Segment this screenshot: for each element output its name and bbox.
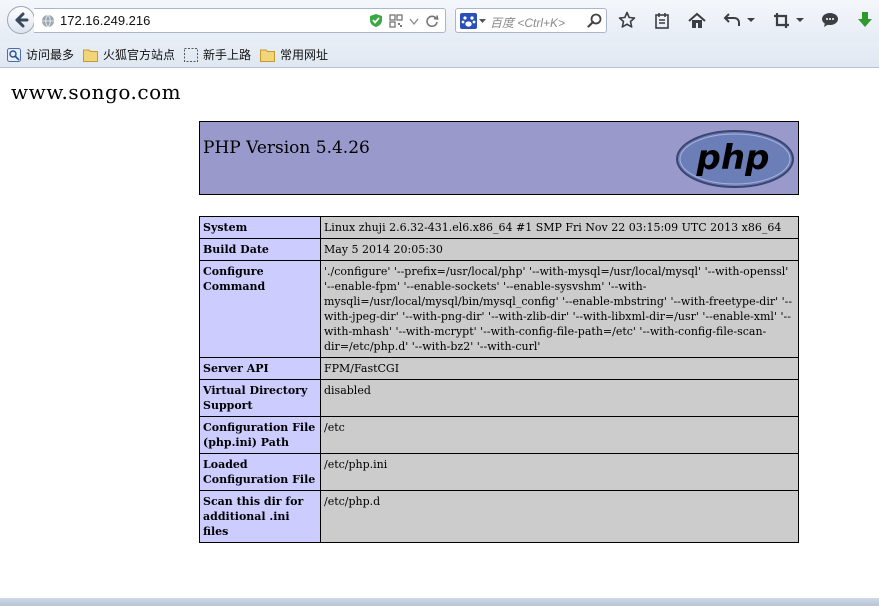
search-bar[interactable]: 百度 <Ctrl+K> [455,8,607,33]
chat-bubble-icon[interactable] [819,9,841,31]
qr-code-icon[interactable] [389,13,403,28]
bookmark-label: 常用网址 [280,48,329,62]
home-icon[interactable] [686,9,708,31]
row-value: './configure' '--prefix=/usr/local/php' … [320,260,799,358]
row-key: Virtual Directory Support [199,379,321,417]
undo-menu-chevron-icon[interactable] [747,17,757,23]
folder-icon [260,49,276,62]
back-arrow-icon [15,12,29,28]
search-engine-selector[interactable] [460,13,486,29]
bookmark-label: 访问最多 [26,48,75,62]
undo-icon[interactable] [721,9,743,31]
folder-icon [83,49,99,62]
row-key: Server API [199,357,321,380]
url-bar[interactable]: 172.16.249.216 [34,8,446,33]
php-version-header: PHP Version 5.4.26 php [199,121,799,195]
crop-screenshot-icon[interactable] [770,9,792,31]
search-input[interactable]: 百度 <Ctrl+K> [490,14,565,31]
table-row: Server API FPM/FastCGI [199,357,799,380]
table-row: Configuration File (php.ini) Path/etc [199,416,799,454]
table-row: System Linux zhuji 2.6.32-431.el6.x86_64 … [199,216,799,239]
php-version-title: PHP Version 5.4.26 [203,138,370,158]
back-button[interactable] [7,6,35,34]
row-value: /etc/php.d [320,490,799,543]
row-key: Configure Command [199,260,321,358]
row-key: Configuration File (php.ini) Path [199,416,321,454]
table-row: Virtual Directory Support disabled [199,379,799,417]
table-row: Loaded Configuration File/etc/php.ini [199,453,799,491]
bookmark-firefox-official[interactable]: 火狐官方站点 [83,46,175,63]
url-text: 172.16.249.216 [60,13,151,28]
browser-toolbar: 172.16.249.216 百度 <Ctrl+K> [0,0,879,42]
php-info-table: System Linux zhuji 2.6.32-431.el6.x86_64 … [199,216,799,543]
magnifier-icon[interactable] [587,13,602,33]
bookmark-most-visited[interactable]: 访问最多 [7,46,74,63]
screenshot-menu-chevron-icon[interactable] [796,17,806,23]
reload-icon[interactable] [425,14,439,28]
site-title: www.songo.com [11,80,182,104]
table-row: Scan this dir for additional .ini files /… [199,490,799,543]
row-value: May 5 2014 20:05:30 [320,238,799,261]
shield-icon[interactable] [369,13,383,28]
baidu-paw-icon [460,13,477,29]
bookmarks-toolbar: 访问最多 火狐官方站点 新手上路 常用网址 [0,42,879,68]
php-logo-text: php [696,138,770,178]
row-value: FPM/FastCGI [320,357,799,380]
dotted-page-icon [184,47,199,62]
page-content: www.songo.com PHP Version 5.4.26 php Sys… [3,68,879,598]
bookmark-getting-started[interactable]: 新手上路 [184,46,251,63]
row-value: disabled [320,379,799,417]
bookmark-label: 新手上路 [203,48,252,62]
download-arrow-icon[interactable] [854,9,876,31]
globe-icon [41,14,55,33]
row-value: /etc [320,416,799,454]
row-key: Build Date [199,238,321,261]
table-row: Configure Command './configure' '--prefix… [199,260,799,358]
chevron-down-icon [479,19,486,23]
row-value: /etc/php.ini [320,453,799,491]
row-key: Scan this dir for additional .ini files [199,490,321,543]
row-value: Linux zhuji 2.6.32-431.el6.x86_64 #1 SMP… [320,216,799,239]
row-key: System [199,216,321,239]
table-row: Build Date May 5 2014 20:05:30 [199,238,799,261]
bookmark-common-sites[interactable]: 常用网址 [260,46,328,63]
bookmark-label: 火狐官方站点 [103,48,176,62]
php-logo[interactable]: php [675,129,795,194]
bookmark-star-icon[interactable] [616,9,638,31]
dropdown-icon[interactable] [409,16,419,26]
status-bar [0,598,879,606]
row-key: Loaded Configuration File [199,453,321,491]
most-visited-icon [7,47,21,62]
reading-list-icon[interactable] [651,9,673,31]
